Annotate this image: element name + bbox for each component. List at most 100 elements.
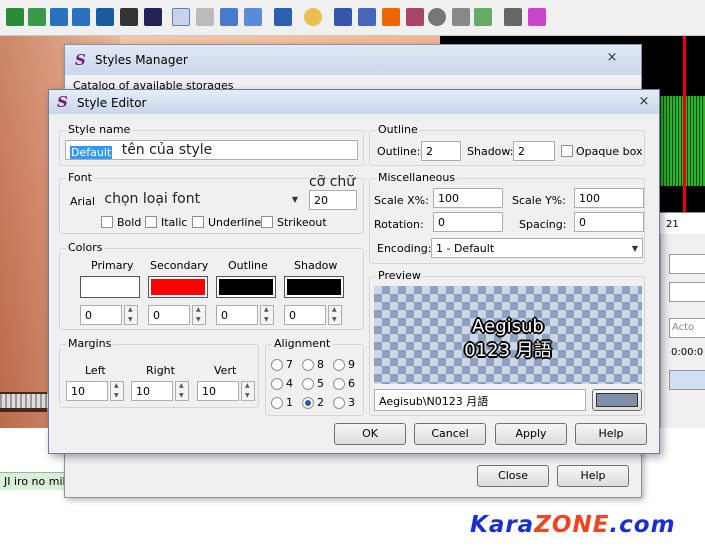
- apply-button[interactable]: Apply: [495, 423, 567, 445]
- audio-icon[interactable]: [144, 8, 162, 26]
- help-button[interactable]: Help: [557, 465, 629, 487]
- outline-alpha-input[interactable]: 0: [216, 305, 258, 325]
- encoding-label: Encoding:: [377, 242, 432, 255]
- align-7-radio[interactable]: [271, 359, 283, 371]
- margin-left-spinner[interactable]: [110, 381, 124, 401]
- preview-background-color-button[interactable]: [592, 389, 642, 411]
- align-8-label: 8: [317, 358, 324, 371]
- scale-y-input[interactable]: 100: [574, 188, 644, 208]
- face-icon[interactable]: [304, 8, 322, 26]
- spacing-label: Spacing:: [519, 218, 567, 231]
- align-2-radio[interactable]: [302, 397, 314, 409]
- underline-checkbox[interactable]: [192, 216, 204, 228]
- font-family-annotation: chọn loại font: [104, 191, 201, 207]
- primary-alpha-spinner[interactable]: [124, 305, 138, 325]
- primary-alpha-input[interactable]: 0: [80, 305, 122, 325]
- secondary-label: Secondary: [150, 259, 209, 272]
- scale-x-input[interactable]: 100: [433, 188, 503, 208]
- outline-alpha-spinner[interactable]: [260, 305, 274, 325]
- encoding-dropdown[interactable]: 1 - Default ▼: [431, 238, 643, 258]
- outline-color-button[interactable]: [216, 276, 276, 298]
- rotation-input[interactable]: 0: [433, 212, 503, 232]
- align-6-radio[interactable]: [333, 378, 345, 390]
- margin-left-label: Left: [85, 364, 106, 377]
- new-file-icon[interactable]: [6, 8, 24, 26]
- align-8-radio[interactable]: [302, 359, 314, 371]
- align-4-label: 4: [286, 377, 293, 390]
- align-1-radio[interactable]: [271, 397, 283, 409]
- actor-field[interactable]: Acto: [669, 318, 705, 338]
- primary-color-button[interactable]: [80, 276, 140, 298]
- close-button[interactable]: Close: [477, 465, 549, 487]
- tools-icon[interactable]: [504, 8, 522, 26]
- video-icon[interactable]: [96, 8, 114, 26]
- shadow-distance-label: Shadow:: [467, 145, 514, 158]
- opaque-box-checkbox[interactable]: [561, 145, 573, 157]
- align-9-radio[interactable]: [333, 359, 345, 371]
- options-icon[interactable]: [452, 8, 470, 26]
- font-label: Font: [66, 171, 94, 184]
- align-5-radio[interactable]: [302, 378, 314, 390]
- close-icon[interactable]: ×: [601, 49, 623, 67]
- panel-button[interactable]: [669, 370, 705, 390]
- shadow-alpha-input[interactable]: 0: [284, 305, 326, 325]
- watermark-logo: KaraZONE.com: [470, 512, 676, 538]
- style-name-input[interactable]: Default tên của style: [65, 140, 358, 160]
- preview-text-input[interactable]: Aegisub\N0123 月語: [374, 389, 586, 411]
- margin-vert-spinner[interactable]: [241, 381, 255, 401]
- ruler-tick-label: 21: [666, 219, 679, 230]
- timing-icon[interactable]: [428, 8, 446, 26]
- secondary-color-button[interactable]: [148, 276, 208, 298]
- margin-right-input[interactable]: 10: [131, 381, 173, 401]
- automation-icon[interactable]: [274, 8, 292, 26]
- secondary-alpha-input[interactable]: 0: [148, 305, 190, 325]
- shift-times-icon[interactable]: [358, 8, 376, 26]
- save-icon[interactable]: [50, 8, 68, 26]
- secondary-alpha-spinner[interactable]: [192, 305, 206, 325]
- style-editor-titlebar[interactable]: S Style Editor ×: [49, 90, 659, 114]
- font-size-input[interactable]: 20: [309, 190, 357, 210]
- font-family-dropdown[interactable]: Arial chọn loại font ▼: [65, 189, 303, 209]
- margin-right-spinner[interactable]: [175, 381, 189, 401]
- strikeout-checkbox[interactable]: [261, 216, 273, 228]
- outline-width-input[interactable]: 2: [421, 141, 461, 161]
- shadow-alpha-spinner[interactable]: [328, 305, 342, 325]
- panel-field[interactable]: [669, 282, 705, 302]
- preview-label: Preview: [376, 269, 423, 282]
- italic-checkbox[interactable]: [145, 216, 157, 228]
- spellcheck-icon[interactable]: [474, 8, 492, 26]
- attachments-icon[interactable]: [220, 8, 238, 26]
- styles-manager-titlebar[interactable]: S Styles Manager ×: [65, 45, 641, 75]
- ok-button[interactable]: OK: [334, 423, 406, 445]
- scale-y-label: Scale Y%:: [512, 194, 566, 207]
- close-icon[interactable]: ×: [633, 93, 655, 111]
- film-icon[interactable]: [120, 8, 138, 26]
- margin-vert-input[interactable]: 10: [197, 381, 239, 401]
- align-4-radio[interactable]: [271, 378, 283, 390]
- panel-field[interactable]: [669, 254, 705, 274]
- styles-manager-icon[interactable]: [172, 8, 190, 26]
- select-lines-icon[interactable]: [334, 8, 352, 26]
- properties-icon[interactable]: [196, 8, 214, 26]
- time-field[interactable]: 0:00:0: [669, 344, 705, 364]
- save-as-icon[interactable]: [72, 8, 90, 26]
- fonts-collector-icon[interactable]: [244, 8, 262, 26]
- cancel-button[interactable]: Cancel: [414, 423, 486, 445]
- margin-left-input[interactable]: 10: [66, 381, 108, 401]
- strikeout-label: Strikeout: [277, 216, 327, 229]
- align-3-radio[interactable]: [333, 397, 345, 409]
- align-5-label: 5: [317, 377, 324, 390]
- preview-canvas: Aegisub 0123 月語: [374, 286, 642, 384]
- style-name-label: Style name: [66, 123, 133, 136]
- encoding-value: 1 - Default: [436, 242, 495, 255]
- tag-icon[interactable]: [528, 8, 546, 26]
- translation-assistant-icon[interactable]: [406, 8, 424, 26]
- shadow-color-button[interactable]: [284, 276, 344, 298]
- open-file-icon[interactable]: [28, 8, 46, 26]
- bold-checkbox[interactable]: [101, 216, 113, 228]
- shadow-distance-input[interactable]: 2: [513, 141, 555, 161]
- spacing-input[interactable]: 0: [574, 212, 644, 232]
- help-button[interactable]: Help: [575, 423, 647, 445]
- rotation-label: Rotation:: [374, 218, 424, 231]
- styling-assistant-icon[interactable]: [382, 8, 400, 26]
